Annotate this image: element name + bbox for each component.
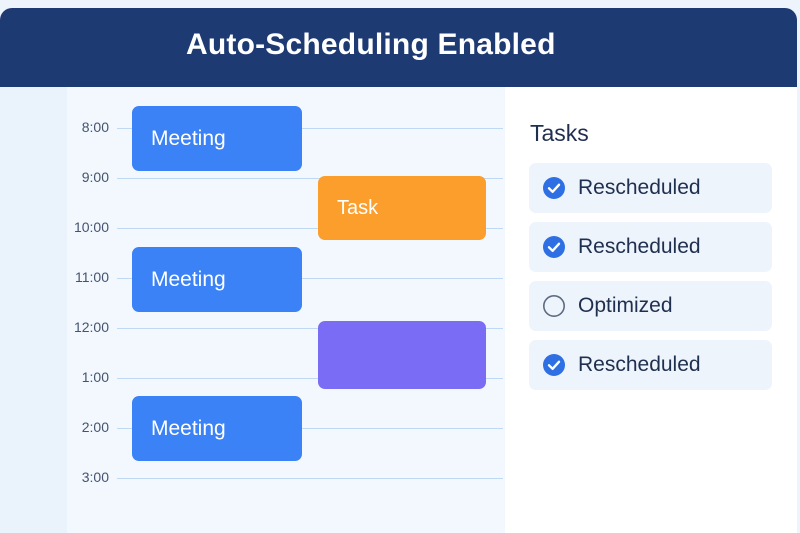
hour-line — [117, 478, 503, 479]
event-meeting[interactable]: Meeting — [132, 396, 302, 461]
task-label: Rescheduled — [578, 176, 701, 199]
tasks-panel: Tasks Rescheduled Rescheduled Optimized — [505, 87, 797, 533]
event-task[interactable]: Task — [318, 176, 486, 240]
time-label: 3:00 — [81, 469, 109, 485]
app-window: Auto-Scheduling Enabled 8:00 9:00 10:00 … — [0, 8, 797, 533]
task-item[interactable]: Rescheduled — [529, 163, 772, 213]
time-label: 2:00 — [81, 419, 109, 435]
task-item[interactable]: Rescheduled — [529, 340, 772, 390]
event-meeting[interactable]: Meeting — [132, 247, 302, 312]
time-label: 10:00 — [73, 219, 109, 235]
time-label: 1:00 — [81, 369, 109, 385]
task-item[interactable]: Optimized — [529, 281, 772, 331]
task-label: Rescheduled — [578, 353, 701, 376]
task-item[interactable]: Rescheduled — [529, 222, 772, 272]
left-gutter — [0, 87, 67, 533]
task-label: Rescheduled — [578, 235, 701, 258]
time-label: 9:00 — [81, 169, 109, 185]
header-bar: Auto-Scheduling Enabled — [0, 8, 797, 87]
task-label: Optimized — [578, 294, 673, 317]
empty-circle-icon[interactable] — [542, 294, 566, 318]
check-circle-icon[interactable] — [542, 235, 566, 259]
event-untitled-block[interactable] — [318, 321, 486, 389]
tasks-title: Tasks — [530, 120, 589, 146]
event-meeting[interactable]: Meeting — [132, 106, 302, 171]
time-label: 12:00 — [73, 319, 109, 335]
page-title: Auto-Scheduling Enabled — [186, 28, 556, 61]
calendar-grid: 8:00 9:00 10:00 11:00 12:00 1:00 2:00 3:… — [67, 87, 505, 533]
time-label: 11:00 — [75, 269, 109, 285]
time-label: 8:00 — [81, 119, 109, 135]
check-circle-icon[interactable] — [542, 353, 566, 377]
check-circle-icon[interactable] — [542, 176, 566, 200]
